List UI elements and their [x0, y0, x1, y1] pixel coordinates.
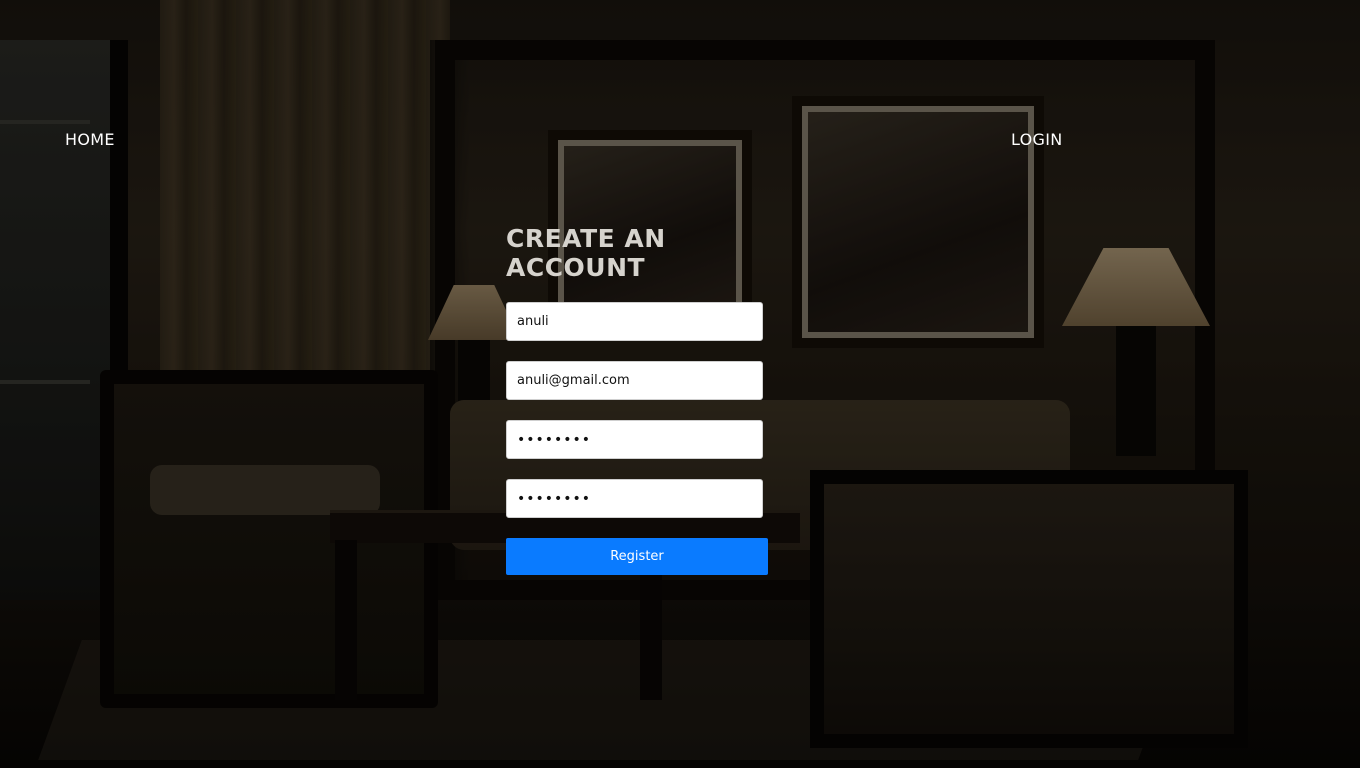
register-page: HOME LOGIN CREATE AN ACCOUNT Register: [0, 0, 1360, 768]
form-title: CREATE AN ACCOUNT: [506, 224, 666, 282]
register-button[interactable]: Register: [506, 538, 768, 575]
email-input[interactable]: [506, 361, 763, 400]
nav-login-link[interactable]: LOGIN: [1011, 130, 1063, 149]
confirm-password-input[interactable]: [506, 479, 763, 518]
password-input[interactable]: [506, 420, 763, 459]
username-input[interactable]: [506, 302, 763, 341]
register-form: CREATE AN ACCOUNT Register: [506, 224, 768, 575]
nav-home-link[interactable]: HOME: [65, 130, 115, 149]
